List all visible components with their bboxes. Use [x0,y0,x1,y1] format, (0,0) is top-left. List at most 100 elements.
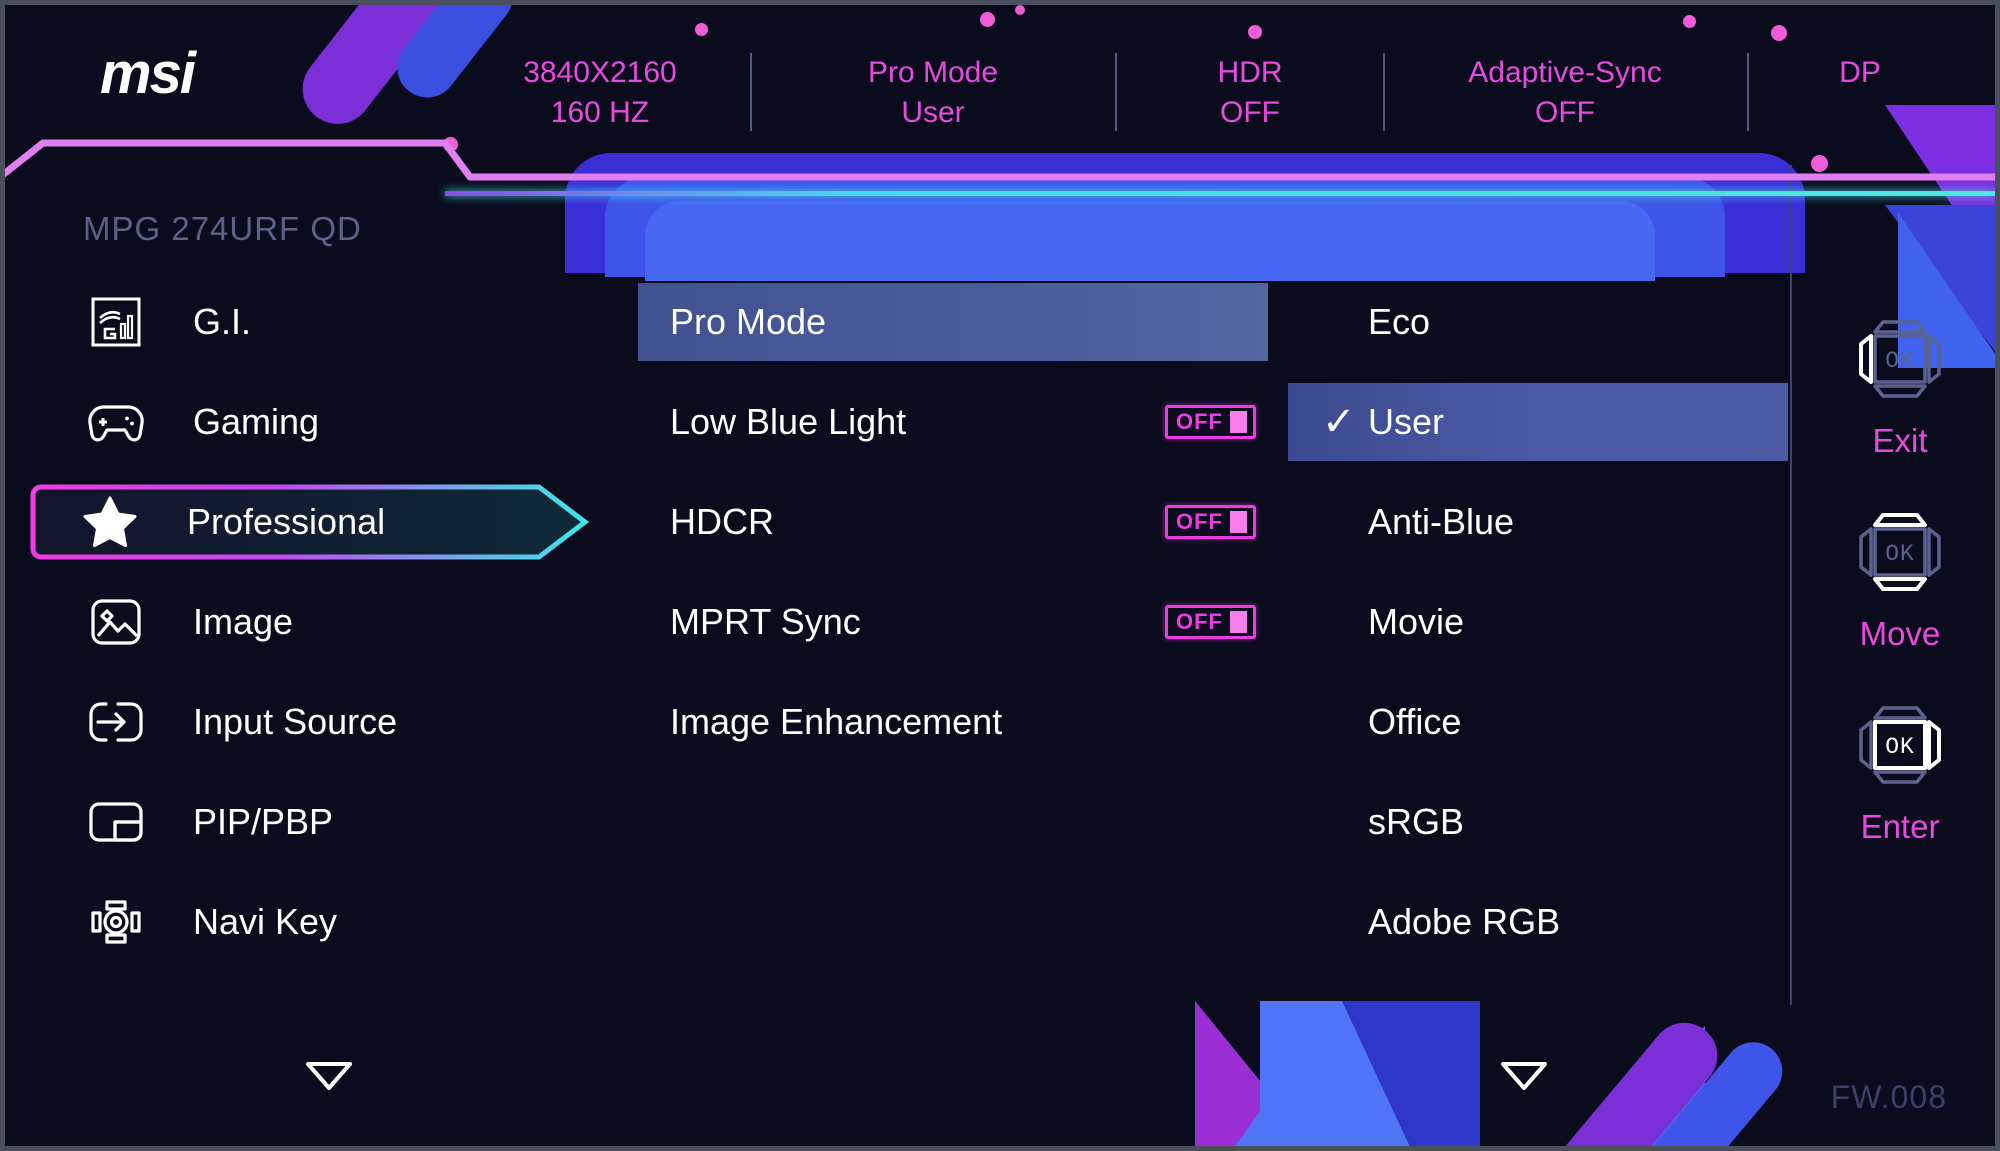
sidebar-item-gi[interactable]: G.I. [35,283,615,361]
toggle-switch-off[interactable]: OFF [1165,405,1256,439]
sidebar-item-navi-key[interactable]: Navi Key [35,883,615,961]
sidebar-item-image[interactable]: Image [35,583,615,661]
header-status-line1: Adaptive-Sync [1468,56,1662,89]
joystick-ok-icon: OK [1859,706,1941,784]
osd-sidebar-nav: G.I. Gaming Professional Image Input Sou… [30,283,615,983]
navi-key-icon [77,895,155,949]
toggle-knob [1230,511,1247,533]
sidebar-item-pip-pbp[interactable]: PIP/PBP [35,783,615,861]
gamepad-icon [77,401,155,443]
sidebar-item-gaming[interactable]: Gaming [35,383,615,461]
deco-triangle-bottom-4 [1585,1026,1705,1146]
sidebar-item-label: Navi Key [193,901,338,942]
toggle-knob [1230,411,1247,433]
header-separator [1115,53,1117,131]
header-status-resolution: 3840X2160 160 HZ [510,53,690,132]
toggle-knob [1230,611,1247,633]
deco-bar-bottom-blue [1633,1030,1795,1146]
option-label: Anti-Blue [1368,501,1515,542]
toggle-state-label: OFF [1176,409,1223,434]
option-label: Adobe RGB [1368,901,1561,942]
deco-triangle-bottom-3 [1260,1001,1480,1146]
sidebar-item-label: PIP/PBP [193,801,334,842]
header-status-line1: Pro Mode [867,56,999,89]
option-label: Eco [1368,301,1431,342]
setting-row-image-enhancement[interactable]: Image Enhancement [638,683,1268,761]
msi-logo: msi [100,41,196,106]
header-status-adaptive-sync: Adaptive-Sync OFF [1445,53,1685,132]
toggle-switch-off[interactable]: OFF [1165,605,1256,639]
sidebar-item-label: Gaming [193,401,320,442]
pro-mode-options-list: Eco ✓ User Anti-Blue Movie Office sRGB A… [1288,283,1788,983]
header-status-line1: 3840X2160 [523,56,677,89]
header-separator [750,53,752,131]
header-status-hdr: HDR OFF [1160,53,1340,132]
header-divider-line [5,139,1995,181]
pip-pbp-icon [77,801,155,843]
picture-icon [77,598,155,646]
gi-icon [77,296,155,348]
scroll-down-chevron-sidebar[interactable] [305,1060,353,1097]
content-vertical-divider [1790,165,1792,1005]
sidebar-item-label: Input Source [193,701,398,742]
setting-label: Low Blue Light [670,401,907,442]
setting-row-pro-mode[interactable]: Pro Mode [638,283,1268,361]
header-accent-glow-line [445,191,1995,196]
toggle-state-label: OFF [1176,609,1223,634]
scroll-down-chevron-options[interactable] [1500,1060,1548,1097]
joystick-left-icon: OK [1859,320,1941,398]
sidebar-item-label: Image [193,601,294,642]
joystick-updown-icon: OK [1859,513,1941,591]
option-label: User [1368,401,1445,442]
svg-text:OK: OK [1885,734,1915,760]
option-row-anti-blue[interactable]: Anti-Blue [1288,483,1788,561]
hint-move[interactable]: OK Move [1805,498,1995,653]
option-row-office[interactable]: Office [1288,683,1788,761]
setting-label: MPRT Sync [670,601,861,642]
star-icon [71,496,149,548]
input-source-icon [77,700,155,744]
hint-enter[interactable]: OK Enter [1805,691,1995,846]
svg-text:OK: OK [1885,541,1915,567]
monitor-osd-screen: msi 3840X2160 160 HZ Pro Mode User HDR O… [0,0,2000,1151]
deco-triangle-bottom-2 [1235,1001,1340,1146]
setting-row-hdcr[interactable]: HDCR OFF [638,483,1268,561]
navigation-hints: OK Exit OK Move OK Enter [1805,305,1995,884]
option-row-user[interactable]: ✓ User [1288,383,1788,461]
hint-label: Exit [1872,422,1928,459]
header-status-input: DP [1795,53,1925,93]
option-row-eco[interactable]: Eco [1288,283,1788,361]
header-separator [1383,53,1385,131]
setting-label: HDCR [670,501,774,542]
setting-row-low-blue-light[interactable]: Low Blue Light OFF [638,383,1268,461]
toggle-state-label: OFF [1176,509,1223,534]
sidebar-item-label: Professional [187,501,386,542]
setting-row-mprt-sync[interactable]: MPRT Sync OFF [638,583,1268,661]
hint-label: Move [1859,615,1941,652]
header-status-line1: HDR [1217,56,1283,89]
hint-label: Enter [1860,808,1940,845]
toggle-switch-off[interactable]: OFF [1165,505,1256,539]
sidebar-item-professional[interactable]: Professional [29,483,615,561]
option-row-adobe-rgb[interactable]: Adobe RGB [1288,883,1788,961]
check-icon: ✓ [1322,400,1356,444]
option-row-srgb[interactable]: sRGB [1288,783,1788,861]
deco-bar-bottom-purple [1545,1009,1731,1146]
monitor-model-name: MPG 274URF QD [83,210,362,247]
hint-exit[interactable]: OK Exit [1805,305,1995,460]
setting-label: Image Enhancement [670,701,1003,742]
option-label: Office [1368,701,1462,742]
settings-list: Pro Mode Low Blue Light OFF HDCR OFF MPR… [638,283,1268,783]
option-label: sRGB [1368,801,1465,842]
sidebar-item-label: G.I. [193,301,252,342]
header-status-pro-mode: Pro Mode User [843,53,1023,132]
deco-slab-3 [645,201,1655,281]
svg-text:OK: OK [1885,348,1915,374]
osd-panel: msi 3840X2160 160 HZ Pro Mode User HDR O… [5,5,1995,1146]
firmware-version: FW.008 [1830,1079,1947,1115]
option-row-movie[interactable]: Movie [1288,583,1788,661]
deco-triangle-bottom-1 [1195,1001,1313,1146]
option-label: Movie [1368,601,1465,642]
sidebar-item-input-source[interactable]: Input Source [35,683,615,761]
header-separator [1747,53,1749,131]
